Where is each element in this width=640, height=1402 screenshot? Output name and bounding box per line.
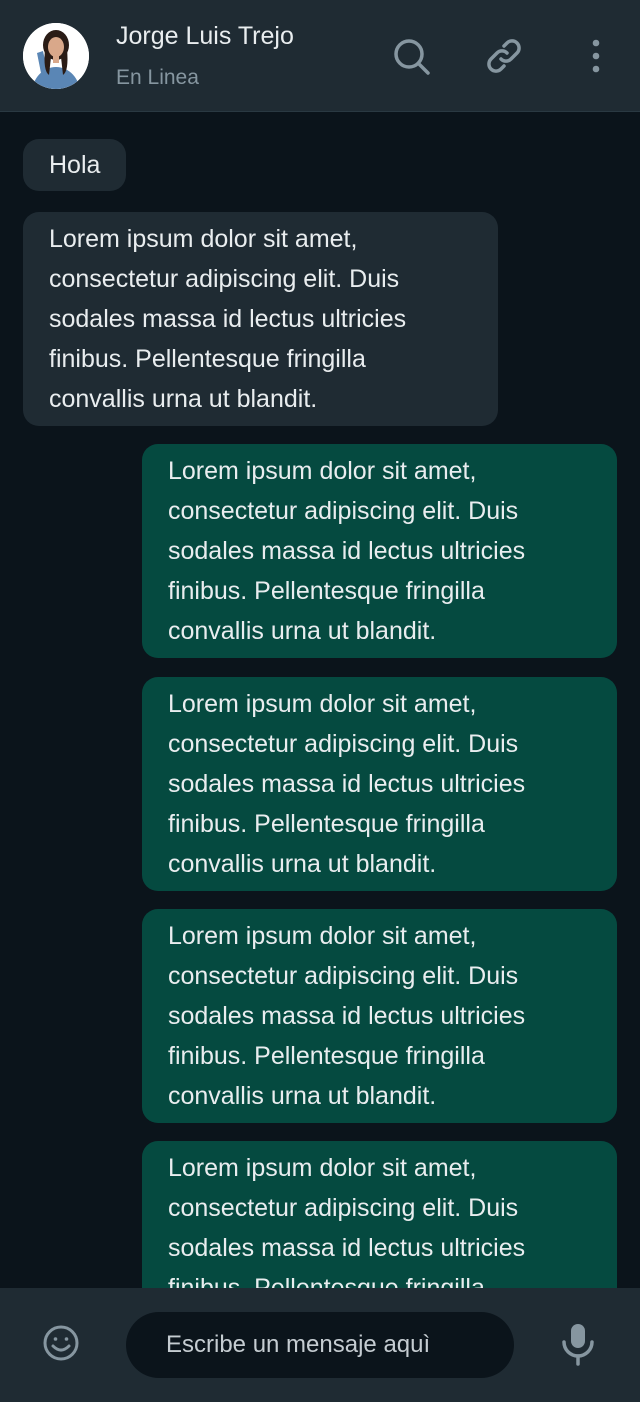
outgoing-message[interactable]: Lorem ipsum dolor sit amet, consectetur … (142, 444, 617, 658)
message-input[interactable] (126, 1312, 514, 1378)
microphone-icon[interactable] (560, 1322, 596, 1366)
outgoing-message[interactable]: Lorem ipsum dolor sit amet, consectetur … (142, 1141, 617, 1288)
avatar[interactable] (23, 23, 89, 89)
emoji-icon[interactable] (42, 1324, 80, 1362)
contact-status: En Linea (116, 66, 199, 89)
more-vertical-icon[interactable] (576, 36, 616, 76)
message-composer (0, 1288, 640, 1402)
incoming-message[interactable]: Hola (23, 139, 127, 191)
avatar-image (23, 23, 89, 89)
outgoing-message[interactable]: Lorem ipsum dolor sit amet, consectetur … (142, 677, 617, 891)
incoming-message[interactable]: Lorem ipsum dolor sit amet, consectetur … (23, 212, 498, 426)
contact-name[interactable]: Jorge Luis Trejo (116, 22, 294, 51)
outgoing-message[interactable]: Lorem ipsum dolor sit amet, consectetur … (142, 909, 617, 1123)
chat-header: Jorge Luis Trejo En Linea (0, 0, 640, 112)
message-list[interactable]: Hola Lorem ipsum dolor sit amet, consect… (0, 113, 640, 1288)
search-icon[interactable] (391, 36, 431, 76)
link-icon[interactable] (484, 36, 524, 76)
